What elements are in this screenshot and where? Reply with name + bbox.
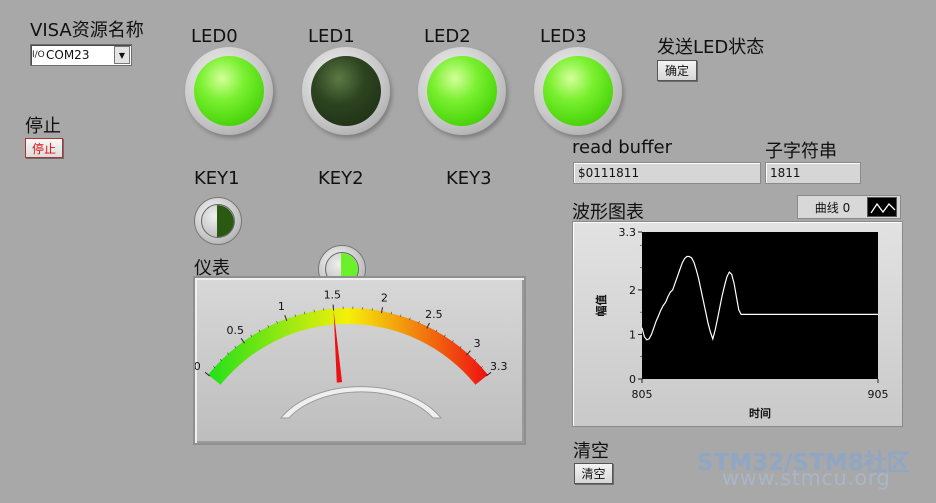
io-icon: I/O [32,49,45,60]
led3-lens [543,56,613,126]
clear-label: 清空 [573,441,609,462]
watermark-url: www.stmcu.org [722,466,891,490]
led2-lens [427,56,497,126]
confirm-button[interactable]: 确定 [657,60,697,81]
y-axis-label: 幅值 [594,295,608,317]
x-tick-label: 905 [868,388,889,401]
meter-tick-label: 2.5 [425,308,443,321]
substring-display: 1811 [765,162,861,184]
waveform-chart: 0 1 2 3.3 805 905 时间 幅值 [572,221,903,427]
x-tick-label: 805 [632,388,653,401]
y-tick-label: 2 [629,284,636,297]
dropdown-arrow-icon[interactable]: ▼ [114,46,130,64]
meter-scale-band [208,308,488,385]
led0-lens [194,56,264,126]
legend-line-icon [867,197,897,217]
led0-indicator [185,47,273,135]
meter-panel: 0 0.5 1 1.5 2 2.5 3 3.3 [193,276,526,445]
led1-label: LED1 [308,26,355,47]
led3-indicator [534,47,622,135]
led1-indicator [302,47,390,135]
led3-label: LED3 [540,26,587,47]
meter-gauge: 0 0.5 1 1.5 2 2.5 3 3.3 [194,289,508,419]
meter-hub [279,386,443,419]
key1-indicator [194,197,242,245]
led0-label: LED0 [191,26,238,47]
key1-fill [217,205,234,237]
plot-area [642,232,878,379]
meter-tick-label: 1 [278,300,285,313]
led1-lens [311,56,381,126]
meter-tick-label: 1.5 [324,289,342,302]
legend-series-name: 曲线 0 [814,200,851,215]
meter-tick-label: 2 [381,291,388,304]
meter-tick-label: 3 [474,337,481,350]
visa-resource-label: VISA资源名称 [30,20,144,41]
key2-label: KEY2 [318,168,364,189]
waveform-plot: 0 1 2 3.3 805 905 时间 幅值 [594,226,889,420]
meter-tick-label: 3.3 [490,360,508,373]
key3-label: KEY3 [446,168,492,189]
y-tick-label: 3.3 [619,226,637,239]
stop-label: 停止 [25,116,61,137]
send-led-label: 发送LED状态 [657,37,765,58]
meter-tick-label: 0.5 [226,324,244,337]
read-buffer-display: $0111811 [573,162,761,184]
x-axis-label: 时间 [749,406,771,420]
y-tick-label: 1 [629,328,636,341]
visa-resource-select[interactable]: I/O COM23 ▼ [30,44,132,66]
key1-label: KEY1 [194,168,240,189]
plot-legend[interactable]: 曲线 0 [797,195,901,219]
substring-label: 子字符串 [765,141,837,162]
visa-resource-value: COM23 [46,48,90,62]
led2-label: LED2 [424,26,471,47]
stop-button[interactable]: 停止 [25,138,63,158]
y-tick-label: 0 [629,373,636,386]
meter-tick-label: 0 [195,360,201,373]
read-buffer-label: read buffer [572,137,672,158]
led2-indicator [418,47,506,135]
clear-button[interactable]: 清空 [574,463,613,484]
